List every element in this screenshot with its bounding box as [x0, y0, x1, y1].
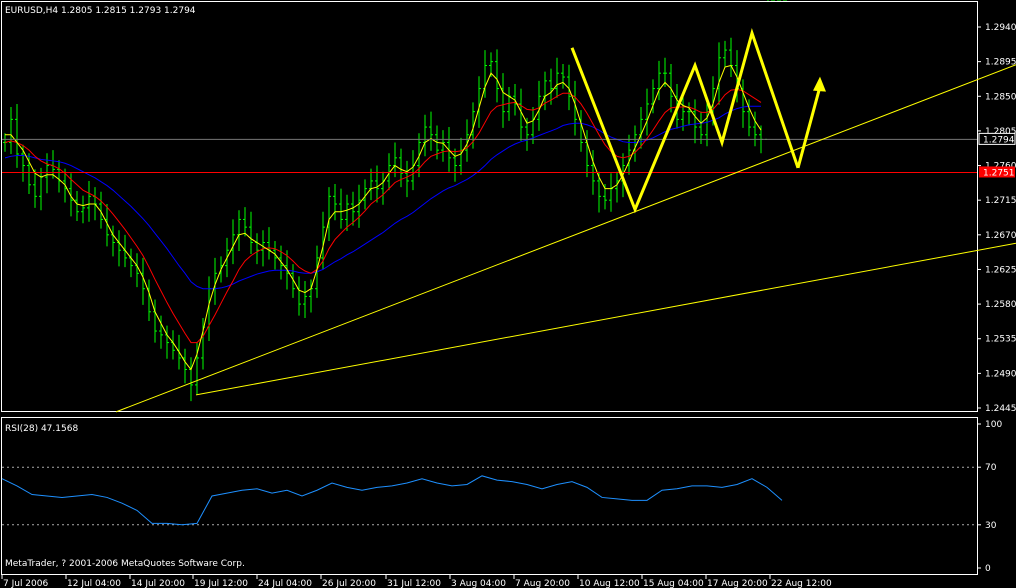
time-tick-label: 24 Jul 04:00: [258, 579, 312, 588]
time-tick-label: 19 Jul 12:00: [194, 579, 248, 588]
price-tick-label: 1.2445: [985, 404, 1016, 414]
current-price-label: 1.2794: [983, 135, 1015, 145]
time-tick-label: 31 Jul 12:00: [387, 579, 441, 588]
chart-area: 1.29401.28951.28501.28051.27601.27151.26…: [0, 0, 1016, 588]
time-tick-label: 7 Jul 2006: [3, 579, 48, 588]
price-tick-label: 1.2625: [985, 265, 1016, 275]
time-tick-label: 3 Aug 04:00: [451, 579, 506, 588]
price-tick-label: 1.2490: [985, 369, 1016, 379]
price-tick-label: 1.2850: [985, 92, 1016, 102]
rsi-tick-label: 100: [985, 420, 1002, 430]
time-tick-label: 17 Aug 20:00: [707, 579, 768, 588]
time-tick-label: 15 Aug 04:00: [643, 579, 704, 588]
time-tick-label: 12 Jul 04:00: [67, 579, 121, 588]
price-tick-label: 1.2895: [985, 58, 1016, 68]
rsi-tick-label: 30: [985, 521, 997, 531]
price-tick-label: 1.2940: [985, 23, 1016, 33]
price-tick-label: 1.2580: [985, 300, 1016, 310]
price-tick-label: 1.2535: [985, 335, 1016, 345]
time-tick-label: 26 Jul 20:00: [322, 579, 376, 588]
time-tick-label: 22 Aug 12:00: [771, 579, 832, 588]
time-tick-label: 7 Aug 20:00: [515, 579, 570, 588]
time-tick-label: 10 Aug 12:00: [579, 579, 640, 588]
rsi-title: RSI(28) 47.1568: [5, 424, 78, 434]
time-tick-label: 14 Jul 20:00: [131, 579, 185, 588]
chart-header: EURUSD,H4 1.2805 1.2815 1.2793 1.2794: [5, 6, 196, 16]
copyright-text: MetaTrader, ? 2001-2006 MetaQuotes Softw…: [5, 559, 245, 569]
rsi-tick-label: 0: [985, 564, 991, 574]
price-tick-label: 1.2670: [985, 231, 1016, 241]
price-tick-label: 1.2715: [985, 196, 1016, 206]
support-price-label: 1.2751: [983, 168, 1015, 178]
rsi-tick-label: 70: [985, 463, 997, 473]
